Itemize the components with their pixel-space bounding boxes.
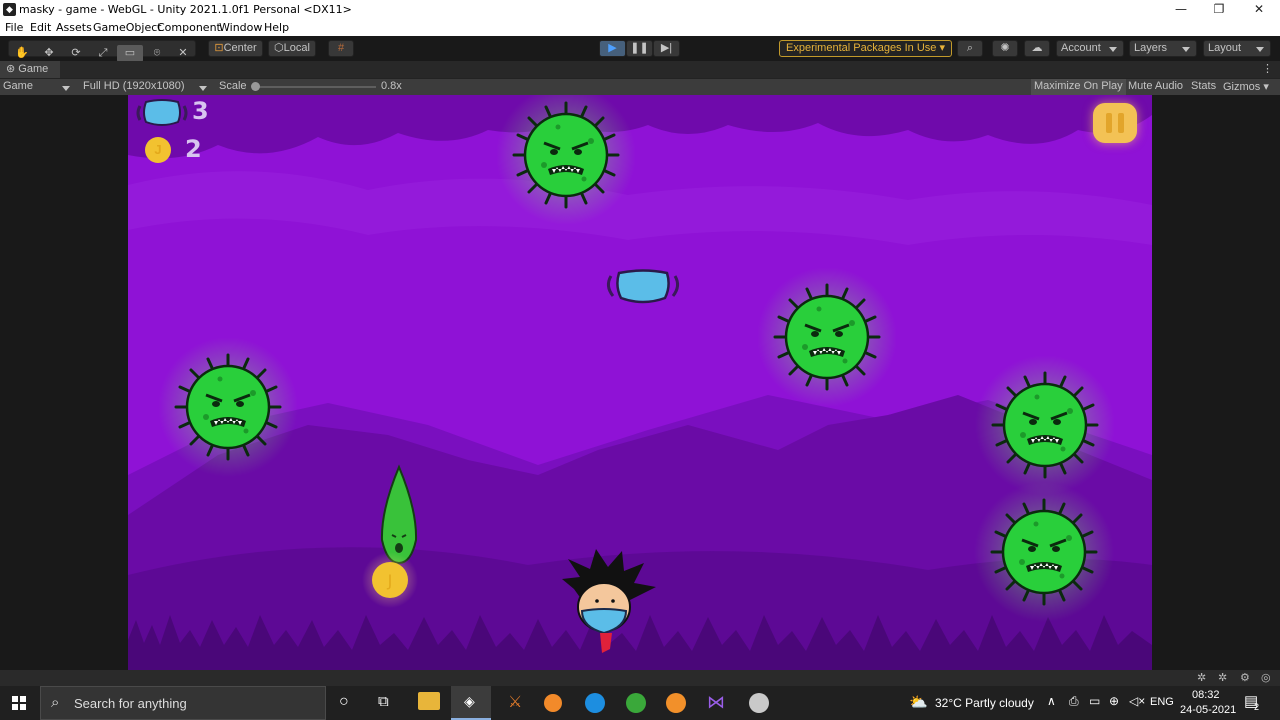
game-scene: J [128, 95, 1152, 670]
play-button[interactable]: ▶ [599, 40, 626, 57]
notification-icon[interactable]: ◎ [1261, 671, 1271, 684]
stats-toggle[interactable]: Stats [1191, 80, 1216, 92]
menu-help[interactable]: Help [264, 21, 289, 34]
unity-logo-icon: ◆ [3, 3, 16, 16]
layers-dropdown[interactable]: Layers [1129, 40, 1197, 57]
tray-icon-1[interactable]: ⎙ [1069, 694, 1079, 709]
mask-counter-icon [136, 99, 188, 126]
blender-icon[interactable] [666, 693, 686, 713]
coin-counter-icon: J [145, 137, 171, 163]
services-icon[interactable]: ✺ [992, 40, 1018, 57]
search-icon: ⌕ [51, 694, 60, 711]
svg-text:J: J [387, 571, 393, 590]
virus-enemy [973, 353, 1117, 497]
pause-icon [1106, 113, 1112, 133]
unity-taskbar-icon[interactable]: ◈ [451, 686, 491, 720]
language-indicator[interactable]: ENG [1150, 696, 1174, 708]
menu-bar: File Edit Assets GameObject Component Wi… [0, 19, 1280, 36]
editor-status-bar: ✲ ✲ ⚙ ◎ [0, 670, 1280, 686]
menu-file[interactable]: File [5, 21, 23, 34]
move-tool-icon[interactable]: ✥ [36, 45, 62, 62]
game-pause-button[interactable] [1093, 103, 1137, 143]
mute-audio-toggle[interactable]: Mute Audio [1128, 80, 1183, 92]
menu-component[interactable]: Component [157, 21, 221, 34]
pivot-local-button[interactable]: ⬡Local [268, 40, 316, 57]
mask-count: 3 [192, 97, 209, 125]
scale-tool-icon[interactable]: ⤢ [90, 45, 116, 62]
virus-enemy [156, 335, 300, 479]
title-bar: ◆ masky - game - WebGL - Unity 2021.1.0f… [0, 0, 1280, 19]
resolution-dropdown[interactable]: Full HD (1920x1080) [79, 80, 213, 92]
transform-tools: ✋ ✥ ⟳ ⤢ ▭ ⌾ ✕ [8, 40, 196, 62]
maximize-button[interactable]: ❐ [1199, 0, 1239, 19]
display-dropdown[interactable]: Game [0, 80, 76, 92]
weather-icon: ⛅ [909, 694, 928, 711]
battery-icon[interactable]: ▭ [1089, 694, 1100, 708]
experimental-packages-dropdown[interactable]: Experimental Packages In Use ▾ [779, 40, 952, 57]
menu-edit[interactable]: Edit [30, 21, 51, 34]
game-view-toolbar: Game Full HD (1920x1080) Scale 0.8x Maxi… [0, 78, 1280, 95]
maximize-on-play-toggle[interactable]: Maximize On Play [1031, 79, 1126, 95]
taskbar-search-box[interactable]: ⌕ Search for anything [40, 686, 326, 720]
windows-start-icon[interactable] [12, 696, 26, 710]
coin-count: 2 [185, 135, 202, 163]
bug-icon[interactable]: ✲ [1197, 671, 1206, 684]
file-explorer-icon[interactable] [418, 692, 440, 710]
scale-value: 0.8x [381, 80, 402, 92]
scale-slider-handle[interactable] [251, 82, 260, 91]
pivot-center-button[interactable]: ⊡Center [208, 40, 263, 57]
notification-badge: 2 [1254, 702, 1260, 712]
clock-time[interactable]: 08:32 [1192, 689, 1220, 701]
window-title: masky - game - WebGL - Unity 2021.1.0f1 … [19, 3, 352, 16]
layout-dropdown[interactable]: Layout [1203, 40, 1271, 57]
rect-tool-icon[interactable]: ▭ [117, 45, 143, 62]
progress-icon[interactable]: ✲ [1218, 671, 1227, 684]
tray-chevron-icon[interactable]: ∧ [1047, 694, 1056, 708]
task-view-icon[interactable]: ⧉ [378, 693, 389, 710]
windows-taskbar: ⌕ Search for anything ○ ⧉ ◈ ⚔ ⋈ ⛅ 32°C P… [0, 686, 1280, 720]
custom-tool-icon[interactable]: ✕ [170, 45, 196, 62]
coin-pickup: J [362, 552, 418, 608]
utorrent-icon[interactable] [626, 693, 646, 713]
tab-game[interactable]: ⊛ Game [0, 61, 60, 78]
transform-tool-icon[interactable]: ⌾ [144, 45, 170, 62]
rotate-tool-icon[interactable]: ⟳ [63, 45, 89, 62]
tab-menu-icon[interactable]: ⋮ [1262, 61, 1273, 78]
settings-icon[interactable]: ⚙ [1240, 671, 1250, 684]
weather-text[interactable]: 32°C Partly cloudy [935, 696, 1034, 710]
hand-tool-icon[interactable]: ✋ [9, 45, 35, 62]
app-icon-gray[interactable] [749, 693, 769, 713]
menu-window[interactable]: Window [219, 21, 262, 34]
app-icon-sword[interactable]: ⚔ [508, 692, 522, 712]
cloud-icon[interactable]: ☁ [1024, 40, 1050, 57]
search-icon[interactable]: ⌕ [957, 40, 983, 57]
virus-enemy [972, 480, 1116, 624]
scale-slider[interactable] [252, 86, 376, 88]
gamepad-icon: ⊛ [6, 63, 16, 75]
scale-label: Scale [219, 80, 247, 92]
clock-date[interactable]: 24-05-2021 [1180, 704, 1236, 716]
gizmos-dropdown[interactable]: Gizmos ▾ [1223, 80, 1269, 93]
visual-studio-icon[interactable]: ⋈ [707, 692, 725, 713]
close-button[interactable]: ✕ [1239, 0, 1279, 19]
pivot-icon: ⊡ [214, 42, 224, 54]
account-dropdown[interactable]: Account [1056, 40, 1124, 57]
menu-assets[interactable]: Assets [56, 21, 92, 34]
editor-toolbar: ✋ ✥ ⟳ ⤢ ▭ ⌾ ✕ ⊡Center ⬡Local # ▶ ❚❚ ▶| E… [0, 36, 1280, 62]
teamviewer-icon[interactable] [585, 693, 605, 713]
cortana-icon[interactable]: ○ [339, 693, 349, 711]
menu-gameobject[interactable]: GameObject [93, 21, 162, 34]
grid-snap-icon[interactable]: # [328, 40, 354, 57]
virus-enemy [755, 265, 899, 409]
game-canvas[interactable]: J 3 J 2 [128, 95, 1152, 670]
volume-icon[interactable]: ◁× [1129, 694, 1145, 708]
pause-button[interactable]: ❚❚ [626, 40, 653, 57]
tab-bar: ⊛ Game ⋮ [0, 61, 1280, 78]
local-icon: ⬡ [274, 42, 284, 54]
minimize-button[interactable]: — [1161, 0, 1201, 19]
step-button[interactable]: ▶| [653, 40, 680, 57]
app-icon-orange[interactable] [544, 694, 562, 712]
network-icon[interactable]: ⊕ [1109, 694, 1119, 708]
